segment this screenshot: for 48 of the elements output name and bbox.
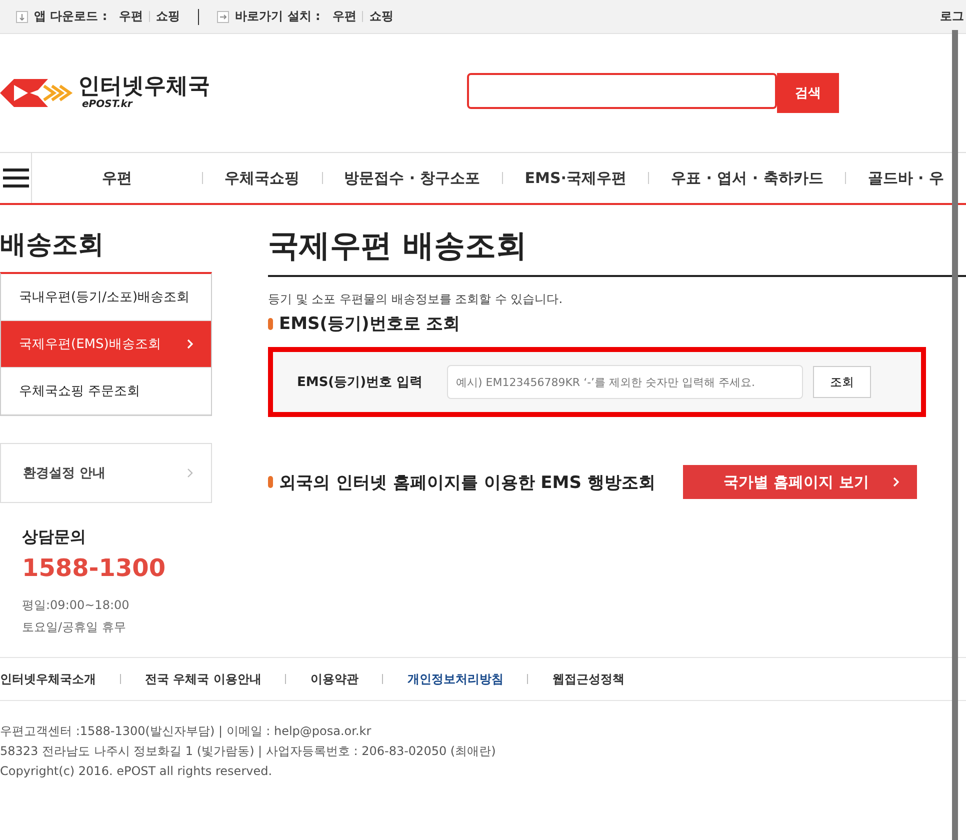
footer-link[interactable]: 웹접근성정책 — [552, 670, 624, 688]
footer-text: Copyright(c) 2016. ePOST all rights reserved. — [0, 763, 274, 780]
chevron-icon — [187, 468, 193, 478]
lookup-button[interactable]: 조회 — [813, 366, 871, 398]
footer-text: 58323 전라남도 나주시 정보화길 1 (빛가람동) | 사업자등록번호 : 206-83-02050 (최애란) — [0, 743, 497, 760]
logo-text: 인터넷우체국 — [78, 76, 210, 98]
field-label: EMS(등기)번호 입력 — [297, 374, 424, 391]
section-title: EMS(등기)번호로 조회 — [279, 313, 460, 335]
sidebar-item[interactable]: 우체국쇼핑 주문조회 — [1, 368, 211, 415]
logo-subtext: ePOST.kr — [82, 100, 134, 110]
top-bar-label: 앱 다운로드 : — [34, 8, 108, 25]
country-sites-button[interactable]: 국가별 홈페이지 보기 — [683, 465, 918, 499]
top-bar-label: 바로가기 설치 : — [235, 8, 320, 25]
footer-link[interactable]: 개인정보처리방침 — [407, 670, 504, 688]
footer-link[interactable]: 이용약관 — [310, 670, 358, 688]
shortcut-icon — [217, 10, 230, 22]
nav-item[interactable]: 골드바 · 우 — [846, 168, 966, 188]
login-link[interactable]: 로그 — [940, 8, 964, 25]
menu-icon[interactable] — [2, 168, 29, 188]
search-button[interactable]: 검색 — [777, 73, 839, 113]
hours-text: 토요일/공휴일 휴무 — [22, 619, 127, 636]
hours-text: 평일:09:00~18:00 — [22, 597, 130, 614]
chevron-icon — [187, 339, 193, 349]
footer-text: 우편고객센터 :1588-1300(발신자부담) | 이메일 : help@posa.or.kr — [0, 723, 372, 740]
settings-guide-link[interactable]: 환경설정 안내 — [0, 443, 212, 503]
footer-link[interactable]: 전국 우체국 이용안내 — [145, 670, 262, 688]
footer-link[interactable]: 인터넷우체국소개 — [0, 670, 96, 688]
top-bar-link[interactable]: 우편 — [332, 8, 356, 25]
search-field[interactable] — [467, 73, 777, 109]
section-title: 외국의 인터넷 홈페이지를 이용한 EMS 행방조회 — [279, 472, 656, 494]
top-bar-link[interactable]: 우편 — [119, 8, 144, 25]
top-bar-link[interactable]: 쇼핑 — [369, 8, 394, 25]
bullet-icon — [268, 318, 273, 330]
nav-item[interactable]: EMS·국제우편 — [502, 168, 648, 188]
nav-item[interactable]: 우체국쇼핑 — [202, 168, 322, 188]
chevron-icon — [893, 477, 900, 487]
top-bar-link[interactable]: 쇼핑 — [156, 8, 180, 25]
phone-number: 1588-1300 — [22, 554, 167, 582]
nav-item[interactable]: 우표 · 엽서 · 축하카드 — [649, 168, 846, 188]
description-text: 등기 및 소포 우편물의 배송정보를 조회할 수 있습니다. — [268, 291, 564, 308]
sidebar-item[interactable]: 국제우편(EMS)배송조회 — [1, 321, 211, 368]
download-icon — [16, 10, 28, 22]
contact-title: 상담문의 — [22, 527, 87, 548]
tracking-number-field[interactable]: 예시) EM123456789KR ‘-’를 제외한 숫자만 입력해 주세요. — [447, 365, 803, 399]
nav-item[interactable]: 방문접수 · 창구소포 — [322, 168, 502, 188]
bullet-icon — [268, 476, 273, 488]
nav-item[interactable]: 우편 — [32, 168, 202, 188]
sidebar-title: 배송조회 — [0, 229, 105, 262]
